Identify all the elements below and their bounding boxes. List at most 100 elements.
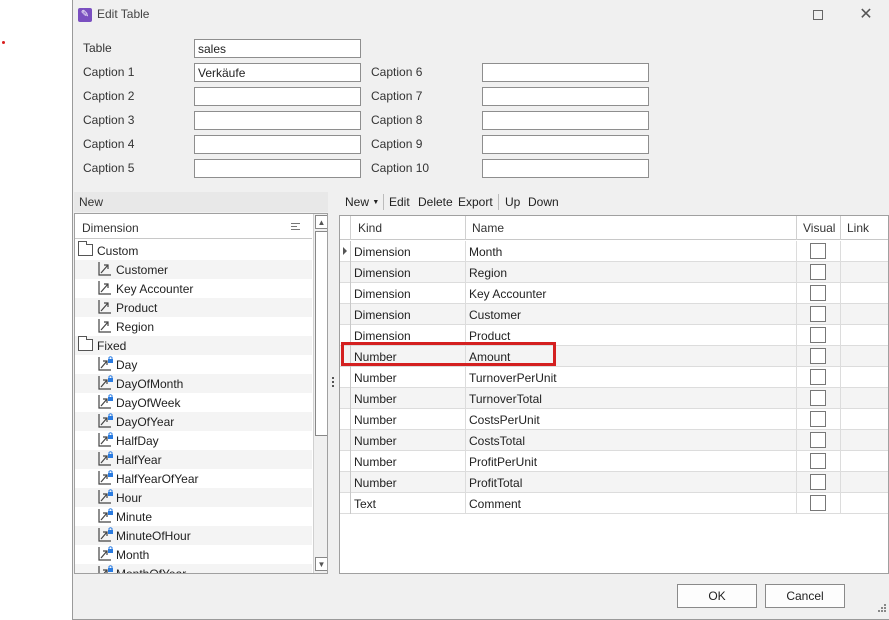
link-cell[interactable] xyxy=(841,388,888,409)
grid-row[interactable]: Dimension Region xyxy=(340,262,888,283)
visual-checkbox[interactable] xyxy=(810,327,826,343)
tree-item-row[interactable]: MinuteOfHour xyxy=(75,526,312,545)
tree-item-row[interactable]: Product xyxy=(75,298,312,317)
link-cell[interactable] xyxy=(841,472,888,493)
kind-cell[interactable]: Dimension xyxy=(351,325,466,346)
edit-button[interactable]: Edit xyxy=(389,195,410,209)
grid-row[interactable]: Dimension Customer xyxy=(340,304,888,325)
visual-checkbox[interactable] xyxy=(810,285,826,301)
caption-input[interactable] xyxy=(194,87,361,106)
visual-checkbox[interactable] xyxy=(810,390,826,406)
link-column-header[interactable]: Link xyxy=(841,216,888,240)
tree-item-row[interactable]: HalfDay xyxy=(75,431,312,450)
up-button[interactable]: Up xyxy=(505,195,520,209)
row-indicator[interactable] xyxy=(340,493,351,514)
name-cell[interactable]: CostsPerUnit xyxy=(466,409,797,430)
caption-input[interactable] xyxy=(194,135,361,154)
link-cell[interactable] xyxy=(841,304,888,325)
tree-column-header[interactable]: Dimension xyxy=(75,214,312,239)
name-cell[interactable]: TurnoverTotal xyxy=(466,388,797,409)
kind-cell[interactable]: Number xyxy=(351,409,466,430)
visual-checkbox[interactable] xyxy=(810,243,826,259)
grid-row[interactable]: Dimension Month xyxy=(340,241,888,262)
name-cell[interactable]: Key Accounter xyxy=(466,283,797,304)
grid-row[interactable]: Number ProfitPerUnit xyxy=(340,451,888,472)
grid-row[interactable]: Number Amount xyxy=(340,346,888,367)
grid-row[interactable]: Number CostsPerUnit xyxy=(340,409,888,430)
row-indicator[interactable] xyxy=(340,409,351,430)
row-indicator[interactable] xyxy=(340,430,351,451)
visual-checkbox[interactable] xyxy=(810,432,826,448)
row-indicator[interactable] xyxy=(340,304,351,325)
grid-row[interactable]: Number ProfitTotal xyxy=(340,472,888,493)
kind-cell[interactable]: Number xyxy=(351,430,466,451)
export-button[interactable]: Export xyxy=(458,195,493,209)
sort-icon[interactable] xyxy=(291,223,300,231)
row-indicator[interactable] xyxy=(340,346,351,367)
new-dimension-button[interactable]: New xyxy=(79,195,103,209)
tree-item-row[interactable]: Region xyxy=(75,317,312,336)
link-cell[interactable] xyxy=(841,367,888,388)
scroll-thumb[interactable] xyxy=(315,231,327,436)
tree-item-row[interactable]: DayOfYear xyxy=(75,412,312,431)
link-cell[interactable] xyxy=(841,493,888,514)
dimension-tree[interactable]: Dimension Custom Customer Key Accounter Pro… xyxy=(74,213,328,574)
row-indicator[interactable] xyxy=(340,451,351,472)
name-cell[interactable]: Customer xyxy=(466,304,797,325)
kind-cell[interactable]: Number xyxy=(351,388,466,409)
row-indicator[interactable] xyxy=(340,241,351,262)
visual-column-header[interactable]: Visual xyxy=(797,216,841,240)
kind-cell[interactable]: Dimension xyxy=(351,262,466,283)
row-indicator[interactable] xyxy=(340,472,351,493)
caption-input[interactable] xyxy=(482,63,649,82)
tree-item-row[interactable]: MonthOfYear xyxy=(75,564,312,573)
tree-item-row[interactable]: Hour xyxy=(75,488,312,507)
kind-cell[interactable]: Number xyxy=(351,346,466,367)
kind-cell[interactable]: Dimension xyxy=(351,304,466,325)
kind-cell[interactable]: Number xyxy=(351,451,466,472)
cancel-button[interactable]: Cancel xyxy=(765,584,845,608)
row-indicator[interactable] xyxy=(340,262,351,283)
name-cell[interactable]: CostsTotal xyxy=(466,430,797,451)
ok-button[interactable]: OK xyxy=(677,584,757,608)
name-cell[interactable]: Product xyxy=(466,325,797,346)
caption-input[interactable] xyxy=(482,159,649,178)
tree-item-row[interactable]: Minute xyxy=(75,507,312,526)
grid-row[interactable]: Dimension Product xyxy=(340,325,888,346)
scroll-up-arrow-icon[interactable]: ▲ xyxy=(315,215,327,229)
row-indicator[interactable] xyxy=(340,325,351,346)
row-indicator[interactable] xyxy=(340,388,351,409)
tree-item-row[interactable]: Month xyxy=(75,545,312,564)
visual-checkbox[interactable] xyxy=(810,411,826,427)
name-cell[interactable]: Comment xyxy=(466,493,797,514)
kind-cell[interactable]: Text xyxy=(351,493,466,514)
name-cell[interactable]: Month xyxy=(466,241,797,262)
tree-group-row[interactable]: Custom xyxy=(75,241,312,260)
down-button[interactable]: Down xyxy=(528,195,559,209)
row-indicator[interactable] xyxy=(340,367,351,388)
link-cell[interactable] xyxy=(841,451,888,472)
caption-input[interactable] xyxy=(482,87,649,106)
tree-item-row[interactable]: DayOfMonth xyxy=(75,374,312,393)
caption-input[interactable] xyxy=(194,63,361,82)
tree-item-row[interactable]: Key Accounter xyxy=(75,279,312,298)
name-column-header[interactable]: Name xyxy=(466,216,797,240)
link-cell[interactable] xyxy=(841,346,888,367)
kind-cell[interactable]: Dimension xyxy=(351,283,466,304)
caption-input[interactable] xyxy=(194,111,361,130)
new-field-button[interactable]: New ▼ xyxy=(345,195,379,209)
name-cell[interactable]: ProfitTotal xyxy=(466,472,797,493)
name-cell[interactable]: TurnoverPerUnit xyxy=(466,367,797,388)
link-cell[interactable] xyxy=(841,325,888,346)
tree-item-row[interactable]: DayOfWeek xyxy=(75,393,312,412)
resize-grip-icon[interactable] xyxy=(877,604,887,614)
name-cell[interactable]: Amount xyxy=(466,346,797,367)
table-name-input[interactable] xyxy=(194,39,361,58)
delete-button[interactable]: Delete xyxy=(418,195,453,209)
fields-grid[interactable]: Kind Name Visual Link Dimension Month Dime… xyxy=(339,215,889,574)
name-cell[interactable]: Region xyxy=(466,262,797,283)
visual-checkbox[interactable] xyxy=(810,264,826,280)
kind-cell[interactable]: Dimension xyxy=(351,241,466,262)
visual-checkbox[interactable] xyxy=(810,348,826,364)
kind-column-header[interactable]: Kind xyxy=(351,216,466,240)
